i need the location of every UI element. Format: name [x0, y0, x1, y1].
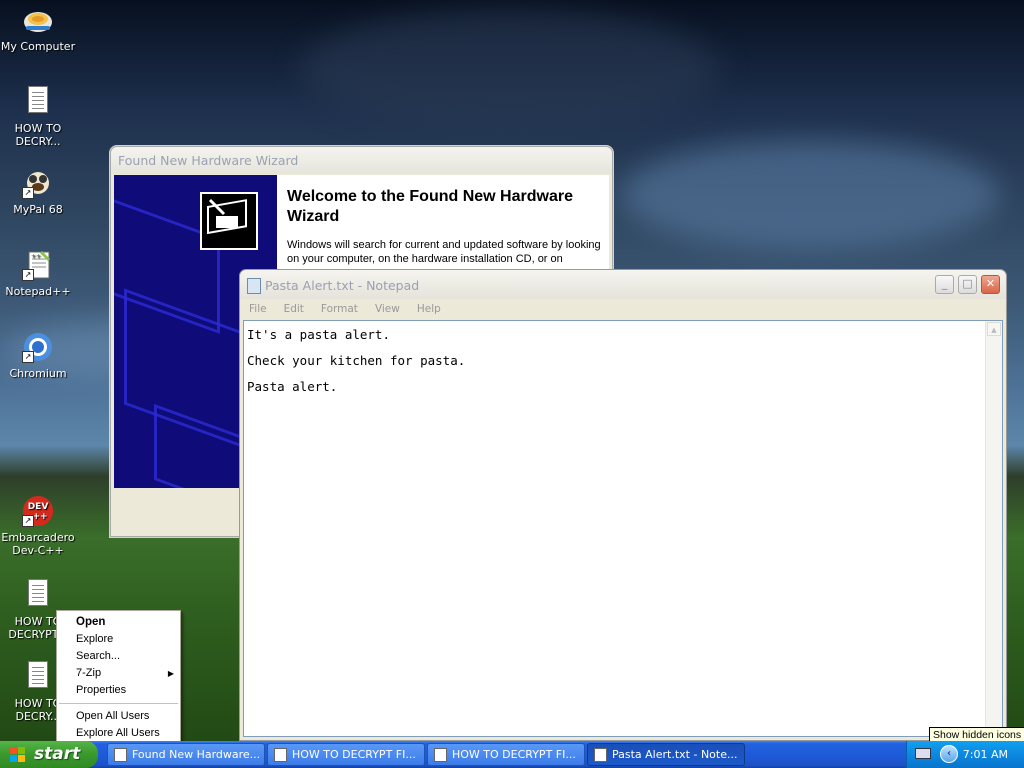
- close-button[interactable]: ✕: [981, 275, 1000, 294]
- notepad-content: It's a pasta alert. Check your kitchen f…: [247, 322, 465, 400]
- desktop-icon-label: Notepad++: [5, 285, 71, 298]
- keyboard-icon[interactable]: [915, 748, 931, 759]
- minimize-icon: _: [941, 277, 948, 290]
- desktop-context-menu: Open Explore Search... 7-Zip ▶ Properties…: [56, 610, 181, 745]
- svg-text:++: ++: [31, 253, 41, 260]
- notepad-window[interactable]: Pasta Alert.txt - Notepad _ □ ✕ File Edit…: [239, 269, 1007, 741]
- my-computer-icon: [22, 4, 54, 36]
- hardware-wizard-icon: [200, 192, 258, 250]
- desktop-icon-label: Chromium: [9, 367, 67, 380]
- minimize-button[interactable]: _: [935, 275, 954, 294]
- desktop-icon-my-computer[interactable]: My Computer: [0, 4, 76, 53]
- context-menu-label: Open: [76, 616, 106, 628]
- wizard-title: Found New Hardware Wizard: [118, 153, 299, 168]
- text-document-icon: [22, 86, 54, 118]
- notepad-plus-plus-icon: ++ ↗: [22, 249, 54, 281]
- cloud-decoration: [300, 10, 720, 130]
- shortcut-arrow-icon: ↗: [22, 269, 34, 281]
- scroll-up-icon[interactable]: ▲: [987, 322, 1001, 336]
- start-button[interactable]: start: [0, 741, 98, 768]
- context-menu-properties[interactable]: Properties: [57, 682, 180, 699]
- wizard-description: Windows will search for current and upda…: [287, 239, 601, 265]
- context-menu-label: Open All Users: [76, 710, 150, 722]
- menu-format[interactable]: Format: [321, 303, 358, 315]
- svg-text:++: ++: [32, 512, 47, 522]
- shortcut-arrow-icon: ↗: [22, 351, 34, 363]
- text-document-icon: [22, 579, 54, 611]
- task-label: HOW TO DECRYPT FI...: [292, 748, 416, 761]
- notepad-task-icon: [434, 748, 447, 762]
- menu-help[interactable]: Help: [417, 303, 441, 315]
- wizard-heading: Welcome to the Found New Hardware Wizard: [287, 188, 573, 225]
- context-menu-label: Properties: [76, 684, 127, 696]
- desktop-icon-how-to-decrypt-1[interactable]: HOW TO DECRY...: [0, 84, 76, 148]
- text-document-icon: [22, 661, 54, 693]
- text-line: Pasta alert.: [247, 379, 338, 394]
- notepad-text-area[interactable]: It's a pasta alert. Check your kitchen f…: [243, 320, 1003, 737]
- notepad-menu-bar: File Edit Format View Help: [240, 299, 1006, 319]
- mypal-browser-icon: ↗: [22, 167, 54, 199]
- shortcut-arrow-icon: ↗: [22, 187, 34, 199]
- maximize-icon: □: [962, 277, 973, 290]
- desktop-icon-label: MyPal 68: [13, 203, 63, 216]
- desktop-icon-label: My Computer: [0, 40, 76, 53]
- text-line: It's a pasta alert.: [247, 327, 390, 342]
- show-hidden-icons-button[interactable]: ‹: [940, 745, 958, 763]
- menu-separator: [59, 703, 178, 704]
- context-menu-label: Explore All Users: [76, 727, 160, 739]
- context-menu-7zip[interactable]: 7-Zip ▶: [57, 665, 180, 682]
- desktop-icon-chromium[interactable]: ↗ Chromium: [0, 331, 76, 380]
- context-menu-label: Explore: [76, 633, 114, 645]
- start-label: start: [34, 744, 81, 764]
- devcpp-icon: DEV ++ ↗: [22, 495, 54, 527]
- desktop-icon-notepad-plus-plus[interactable]: ++ ↗ Notepad++: [0, 249, 76, 298]
- task-label: Pasta Alert.txt - Note...: [612, 748, 738, 761]
- task-label: HOW TO DECRYPT FI...: [452, 748, 576, 761]
- taskbar-button-hardware-wizard[interactable]: Found New Hardware...: [107, 743, 265, 766]
- context-menu-label: Search...: [76, 650, 121, 662]
- task-label: Found New Hardware...: [132, 748, 261, 761]
- notepad-title: Pasta Alert.txt - Notepad: [265, 278, 420, 293]
- vertical-scrollbar[interactable]: ▲: [985, 321, 1002, 736]
- context-menu-search[interactable]: Search...: [57, 648, 180, 665]
- wizard-title-bar[interactable]: Found New Hardware Wizard: [111, 147, 612, 174]
- windows-flag-icon: [10, 747, 25, 762]
- svg-text:DEV: DEV: [28, 502, 49, 512]
- desktop-icon-label: Embarcadero Dev-C++: [1, 531, 75, 557]
- taskbar-button-how-to-decrypt-2[interactable]: HOW TO DECRYPT FI...: [427, 743, 585, 766]
- submenu-arrow-icon: ▶: [167, 669, 174, 678]
- desktop-icon-mypal[interactable]: ↗ MyPal 68: [0, 167, 76, 216]
- system-tray: ‹ 7:01 AM: [906, 741, 1024, 768]
- context-menu-open-all-users[interactable]: Open All Users: [57, 708, 180, 725]
- notepad-title-bar[interactable]: Pasta Alert.txt - Notepad _ □ ✕: [240, 270, 1006, 299]
- menu-edit[interactable]: Edit: [284, 303, 304, 315]
- menu-file[interactable]: File: [249, 303, 267, 315]
- maximize-button[interactable]: □: [958, 275, 977, 294]
- menu-view[interactable]: View: [375, 303, 400, 315]
- taskbar-button-how-to-decrypt-1[interactable]: HOW TO DECRYPT FI...: [267, 743, 425, 766]
- context-menu-open[interactable]: Open: [57, 614, 180, 631]
- context-menu-explore[interactable]: Explore: [57, 631, 180, 648]
- text-line: Check your kitchen for pasta.: [247, 353, 466, 368]
- context-menu-explore-all-users[interactable]: Explore All Users: [57, 725, 180, 742]
- notepad-app-icon: [247, 278, 261, 294]
- notepad-task-icon: [594, 748, 607, 762]
- desktop-icon-devcpp[interactable]: DEV ++ ↗ Embarcadero Dev-C++: [0, 495, 76, 557]
- cloud-decoration: [620, 140, 1000, 250]
- desktop-icon-label: HOW TO DECRY...: [14, 122, 62, 148]
- chromium-icon: ↗: [22, 331, 54, 363]
- context-menu-label: 7-Zip: [76, 667, 102, 679]
- taskbar-button-pasta-alert[interactable]: Pasta Alert.txt - Note...: [587, 743, 745, 766]
- close-icon: ✕: [985, 277, 996, 290]
- clock[interactable]: 7:01 AM: [963, 741, 1008, 768]
- taskbar: start Found New Hardware... HOW TO DECRY…: [0, 741, 1024, 768]
- chevron-left-icon: ‹: [946, 748, 952, 759]
- wizard-task-icon: [114, 748, 127, 762]
- shortcut-arrow-icon: ↗: [22, 515, 34, 527]
- notepad-task-icon: [274, 748, 287, 762]
